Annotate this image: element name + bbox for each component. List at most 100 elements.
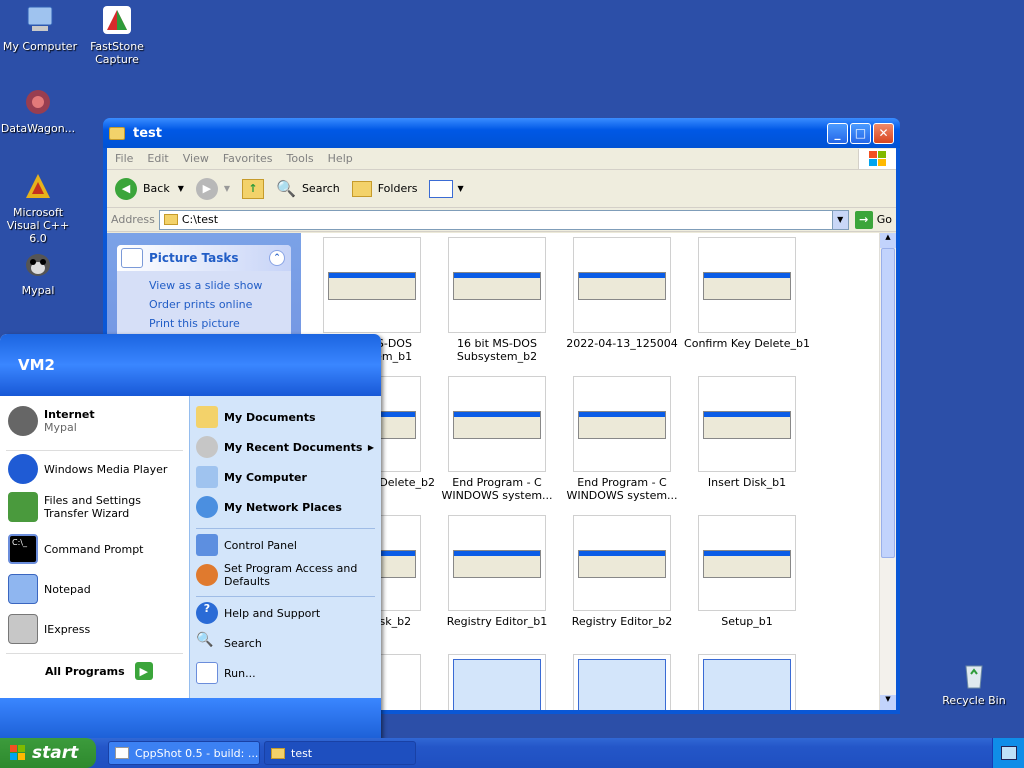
thumbnail-preview [578, 550, 666, 578]
vertical-scrollbar[interactable]: ▲ ▼ [879, 233, 896, 710]
file-thumbnail[interactable] [573, 376, 671, 472]
file-thumbnail[interactable] [448, 376, 546, 472]
notepad-icon [8, 574, 38, 604]
menu-edit[interactable]: Edit [147, 152, 168, 165]
task-slide-show[interactable]: View as a slide show [129, 279, 279, 292]
search-button[interactable]: 🔍 Search [276, 179, 340, 198]
scroll-up-button[interactable]: ▲ [880, 233, 896, 248]
faststone-icon [101, 4, 133, 36]
address-dropdown-button[interactable]: ▼ [831, 210, 848, 229]
back-button[interactable]: ◀ Back ▼ [115, 177, 184, 200]
scrollbar-thumb[interactable] [881, 248, 895, 558]
file-thumbnail[interactable] [573, 237, 671, 333]
mypal-icon [22, 248, 54, 280]
minimize-button[interactable]: _ [827, 122, 848, 144]
scroll-down-button[interactable]: ▼ [880, 695, 896, 710]
file-caption[interactable]: Setup_b1 [684, 615, 810, 628]
file-caption[interactable]: Confirm Key Delete_b1 [684, 337, 810, 350]
file-caption[interactable]: Registry Editor_b1 [434, 615, 560, 628]
start-item-iexpress[interactable]: IExpress [8, 614, 90, 644]
start-item-program-access[interactable]: Set Program Access and Defaults [196, 562, 374, 588]
start-item-media-player[interactable]: Windows Media Player [8, 454, 167, 484]
start-menu-user: VM2 [0, 334, 381, 396]
thumbnail-preview [703, 550, 791, 578]
thumbnail-preview [703, 411, 791, 439]
network-tray-icon[interactable] [1000, 746, 1017, 760]
menu-help[interactable]: Help [328, 152, 353, 165]
taskbar-button-test[interactable]: test [264, 741, 416, 765]
start-item-command-prompt[interactable]: C:\_ Command Prompt [8, 534, 144, 564]
thumbnail-preview [578, 659, 666, 710]
thumbnail-preview [703, 272, 791, 300]
start-item-my-computer[interactable]: My Computer [196, 466, 307, 488]
task-print-picture[interactable]: Print this picture [129, 317, 279, 330]
green-arrow-icon: ▶ [134, 662, 153, 680]
address-label: Address [111, 213, 155, 226]
file-caption[interactable]: 2022-04-13_125004 [559, 337, 685, 350]
picture-tasks-panel: Picture Tasks ⌃ View as a slide show Ord… [117, 245, 291, 344]
menu-favorites[interactable]: Favorites [223, 152, 273, 165]
file-caption[interactable]: End Program - C WINDOWS system... [434, 476, 560, 502]
desktop-icon-label: Recycle Bin [942, 694, 1006, 707]
file-thumbnail[interactable] [698, 237, 796, 333]
address-input[interactable]: C:\test ▼ [158, 209, 849, 230]
start-item-internet[interactable]: Internet Mypal [8, 406, 95, 436]
start-item-recent-documents[interactable]: My Recent Documents ▶ [196, 436, 374, 458]
go-button[interactable]: → Go [854, 210, 892, 229]
file-caption[interactable]: End Program - C WINDOWS system... [559, 476, 685, 502]
start-item-control-panel[interactable]: Control Panel [196, 534, 297, 556]
run-icon [196, 662, 218, 684]
menu-view[interactable]: View [183, 152, 209, 165]
file-caption[interactable]: Insert Disk_b1 [684, 476, 810, 489]
up-folder-icon: ↑ [242, 178, 265, 199]
up-folder-button[interactable]: ↑ [242, 178, 265, 199]
file-thumbnail[interactable] [698, 376, 796, 472]
taskbar-button-cppshot[interactable]: CppShot 0.5 - build: ... [108, 741, 260, 765]
start-item-run[interactable]: Run... [196, 662, 256, 684]
collapse-chevron-icon[interactable]: ⌃ [269, 250, 285, 266]
all-programs-button[interactable]: All Programs ▶ [45, 662, 153, 680]
start-item-transfer-wizard[interactable]: Files and Settings Transfer Wizard [8, 492, 184, 522]
desktop-icon-mypal[interactable]: Mypal [0, 248, 78, 297]
close-button[interactable]: ✕ [873, 122, 894, 144]
forward-button[interactable]: ▶ ▼ [195, 177, 230, 200]
views-button[interactable]: ▼ [429, 179, 464, 198]
desktop-icon-my-computer[interactable]: My Computer [0, 4, 80, 53]
start-menu-places: My Documents My Recent Documents ▶ My Com… [189, 396, 381, 698]
task-order-prints[interactable]: Order prints online [129, 298, 279, 311]
window-titlebar[interactable]: test _ □ ✕ [103, 118, 900, 148]
start-item-network-places[interactable]: My Network Places [196, 496, 342, 518]
app-window-icon [115, 747, 129, 759]
start-button[interactable]: start [0, 738, 96, 768]
menu-tools[interactable]: Tools [287, 152, 314, 165]
desktop-icon-datawagon[interactable]: DataWagon... [0, 86, 78, 135]
folders-button[interactable]: Folders [351, 180, 417, 197]
desktop-icon-recycle-bin[interactable]: Recycle Bin [934, 658, 1014, 707]
file-thumbnail[interactable] [448, 654, 546, 710]
file-caption[interactable]: 16 bit MS-DOS Subsystem_b2 [434, 337, 560, 363]
start-item-help[interactable]: ? Help and Support [196, 602, 320, 624]
folder-icon [109, 126, 125, 140]
start-item-notepad[interactable]: Notepad [8, 574, 91, 604]
menu-bar: File Edit View Favorites Tools Help [107, 148, 896, 170]
file-thumbnail[interactable] [573, 654, 671, 710]
file-thumbnail[interactable] [573, 515, 671, 611]
file-thumbnail[interactable] [323, 237, 421, 333]
file-thumbnail[interactable] [448, 237, 546, 333]
start-item-search[interactable]: 🔍 Search [196, 632, 262, 654]
file-thumbnail[interactable] [448, 515, 546, 611]
transfer-wizard-icon [8, 492, 38, 522]
program-access-icon [196, 564, 218, 586]
file-thumbnail[interactable] [698, 515, 796, 611]
file-thumbnail[interactable] [698, 654, 796, 710]
window-title: test [133, 125, 162, 141]
menu-file[interactable]: File [115, 152, 133, 165]
iexpress-icon [8, 614, 38, 644]
start-item-my-documents[interactable]: My Documents [196, 406, 316, 428]
maximize-button[interactable]: □ [850, 122, 871, 144]
file-caption[interactable]: Registry Editor_b2 [559, 615, 685, 628]
picture-tasks-header[interactable]: Picture Tasks ⌃ [117, 245, 291, 271]
desktop-icon-faststone[interactable]: FastStone Capture [77, 4, 157, 66]
search-icon: 🔍 [196, 632, 218, 654]
desktop-icon-visual-cpp[interactable]: Microsoft Visual C++ 6.0 [0, 170, 78, 245]
